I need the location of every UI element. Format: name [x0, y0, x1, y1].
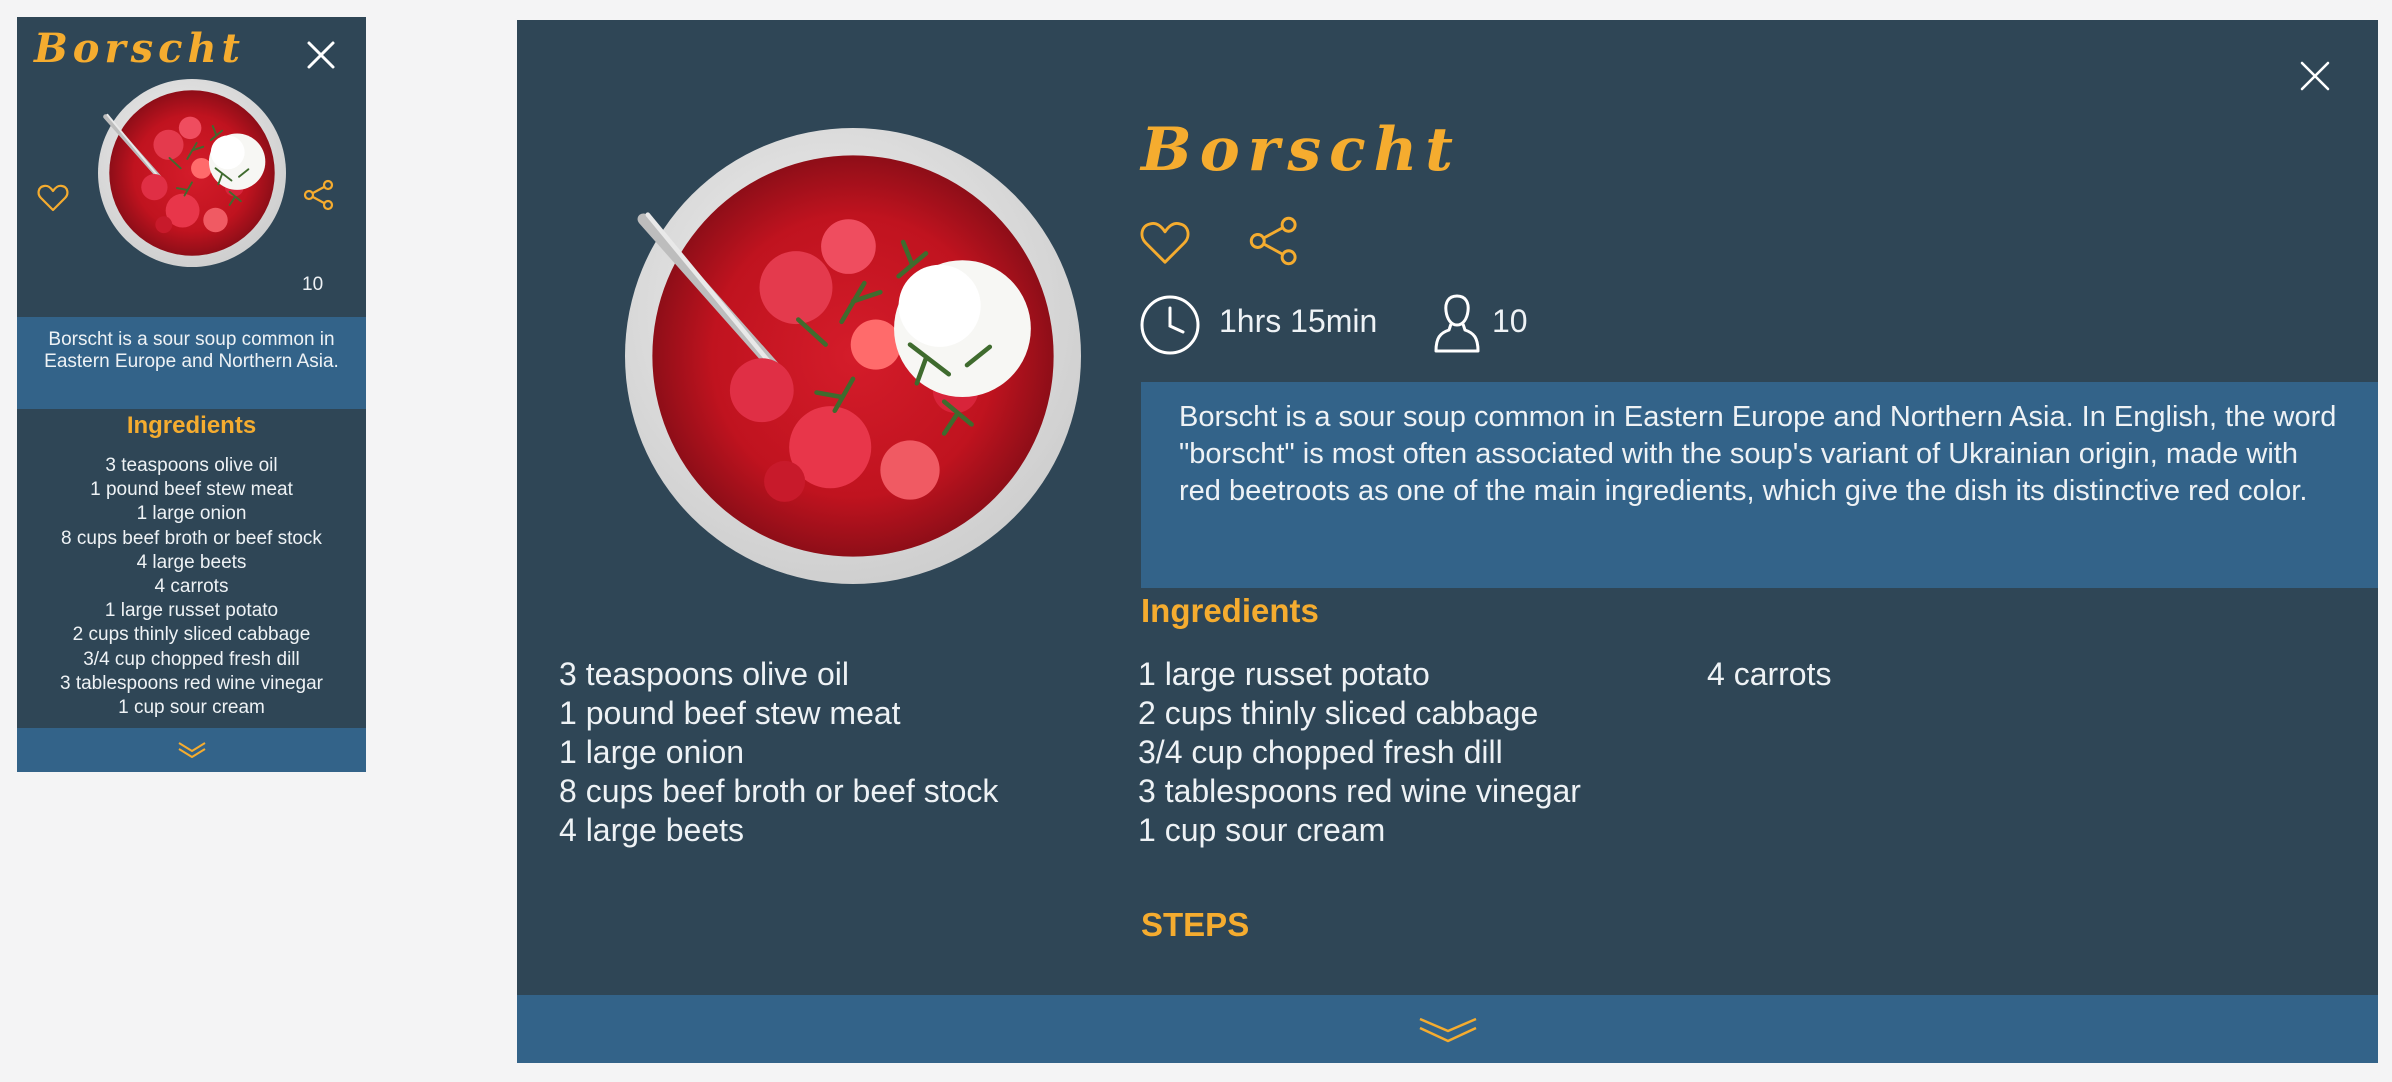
- ingredient-item: 3 tablespoons red wine vinegar: [59, 672, 323, 694]
- share-icon[interactable]: [1248, 214, 1300, 268]
- mobile-recipe-card: Borscht 10 Borscht is a sour soup common…: [17, 17, 366, 772]
- chevron-down-icon[interactable]: [1417, 1015, 1479, 1045]
- ingredient-item: 1 large russet potato: [104, 600, 279, 622]
- ingredient-item: 3 teaspoons olive oil: [105, 455, 278, 476]
- ingredient-item: 1 cup sour cream: [118, 697, 265, 719]
- chevron-down-icon[interactable]: [177, 741, 207, 759]
- clock-icon: [1140, 295, 1200, 355]
- ingredient-item: 2 cups thinly sliced cabbage: [1138, 695, 1539, 731]
- heart-icon[interactable]: [1139, 219, 1191, 267]
- ingredients-column-3: 4 carrots: [1707, 655, 1831, 694]
- heart-icon[interactable]: [37, 183, 69, 213]
- expand-bar[interactable]: [517, 995, 2378, 1063]
- share-icon[interactable]: [303, 179, 335, 211]
- ingredient-item: 4 large beets: [136, 551, 247, 573]
- ingredients-column-1: 3 teaspoons olive oil 1 pound beef stew …: [559, 655, 998, 850]
- close-icon[interactable]: [305, 39, 337, 71]
- recipe-description: Borscht is a sour soup common in Eastern…: [1141, 382, 2378, 588]
- desktop-recipe-card: Borscht 1hrs 15min 10 Borscht is a sour …: [517, 20, 2378, 1063]
- ingredients-heading: Ingredients: [1141, 592, 1319, 629]
- ingredient-item: 1 cup sour cream: [1138, 812, 1386, 848]
- ingredient-item: 1 large onion: [136, 503, 247, 525]
- dish-photo: [625, 128, 1081, 584]
- dish-photo: [98, 79, 286, 267]
- ingredients-column-2: 1 large russet potato 2 cups thinly slic…: [1138, 655, 1581, 850]
- ingredient-item: 1 large russet potato: [1138, 656, 1430, 692]
- recipe-title: Borscht: [1141, 115, 1461, 185]
- recipe-title: Borscht: [34, 25, 245, 72]
- ingredient-item: 1 pound beef stew meat: [559, 695, 901, 731]
- ingredient-item: 3/4 cup chopped fresh dill: [83, 648, 300, 670]
- close-icon[interactable]: [2297, 58, 2333, 94]
- servings-count: 10: [302, 274, 324, 295]
- ingredients-list: 3 teaspoons olive oil 1 pound beef stew …: [17, 454, 366, 720]
- ingredient-item: 3/4 cup chopped fresh dill: [1138, 734, 1503, 770]
- ingredient-item: 4 large beets: [559, 812, 745, 848]
- ingredient-item: 8 cups beef broth or beef stock: [61, 527, 322, 549]
- person-icon: [1434, 294, 1480, 353]
- ingredient-item: 2 cups thinly sliced cabbage: [72, 624, 311, 646]
- ingredients-heading: Ingredients: [126, 412, 257, 439]
- ingredient-item: 3 tablespoons red wine vinegar: [1138, 773, 1581, 809]
- ingredient-item: 8 cups beef broth or beef stock: [559, 773, 999, 809]
- recipe-description: Borscht is a sour soup common in Eastern…: [17, 317, 366, 409]
- ingredient-item: 3 teaspoons olive oil: [559, 656, 849, 692]
- servings-count: 10: [1492, 303, 1528, 339]
- ingredient-item: 4 carrots: [1707, 656, 1832, 692]
- ingredient-item: 4 carrots: [154, 576, 229, 598]
- ingredient-item: 1 pound beef stew meat: [90, 479, 293, 501]
- expand-bar[interactable]: [17, 728, 366, 772]
- ingredient-item: 1 large onion: [559, 734, 745, 770]
- cook-time: 1hrs 15min: [1219, 303, 1378, 339]
- steps-heading: STEPS: [1141, 906, 1250, 943]
